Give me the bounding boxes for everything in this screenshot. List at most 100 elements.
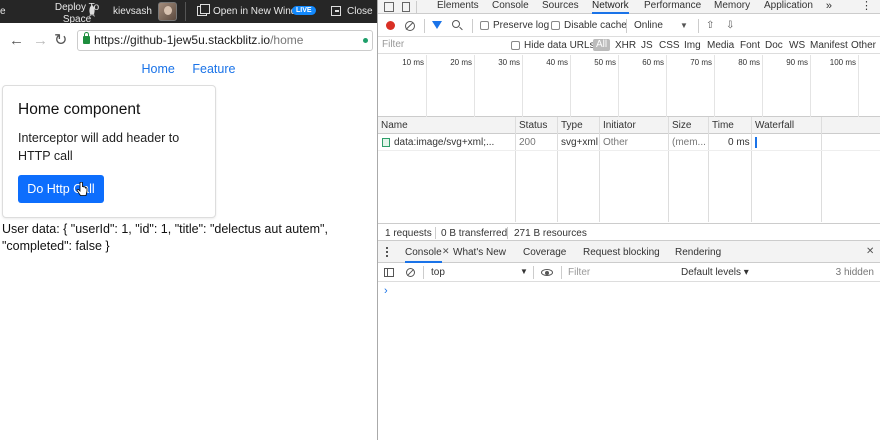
close-button[interactable]: Close: [347, 6, 373, 17]
live-badge: LIVE: [292, 6, 316, 15]
live-expression-eye-icon[interactable]: [541, 269, 553, 276]
filter-type-xhr[interactable]: XHR: [615, 40, 636, 51]
filter-type-all[interactable]: All: [593, 39, 611, 51]
avatar[interactable]: [158, 2, 177, 21]
devtools: Elements Console Sources Network Perform…: [378, 0, 880, 440]
devtools-tabs: Elements Console Sources Network Perform…: [378, 0, 880, 14]
app-nav: Home Feature: [0, 62, 377, 76]
more-options-icon[interactable]: ⋮: [861, 0, 872, 13]
column-header-initiator[interactable]: Initiator: [603, 120, 636, 131]
nav-link-feature[interactable]: Feature: [192, 62, 235, 76]
column-divider: [557, 117, 558, 222]
timeline-gridline: [858, 55, 859, 117]
tab-elements[interactable]: Elements: [437, 0, 479, 14]
timeline-tick: 10 ms: [402, 58, 424, 67]
filter-type-font[interactable]: Font: [740, 40, 760, 51]
drawer-tab-rendering[interactable]: Rendering: [675, 247, 721, 258]
row-type: svg+xml: [561, 137, 598, 148]
column-header-name[interactable]: Name: [381, 120, 408, 131]
summary-resources: 271 B resources: [514, 228, 587, 239]
filter-type-ws[interactable]: WS: [789, 40, 805, 51]
topbar-edge-text: e: [0, 6, 6, 17]
drawer-tab-console[interactable]: Console: [405, 247, 442, 263]
tab-network[interactable]: Network: [592, 0, 629, 14]
table-row[interactable]: data:image/svg+xml;... 200 svg+xml Other…: [378, 134, 880, 151]
console-toolbar: top ▼ Filter Default levels ▾ 3 hidden: [378, 263, 880, 282]
tab-memory[interactable]: Memory: [714, 0, 750, 14]
forward-arrow-icon[interactable]: →: [33, 32, 48, 49]
clear-icon[interactable]: [405, 21, 415, 31]
timeline-gridline: [810, 55, 811, 117]
filter-type-doc[interactable]: Doc: [765, 40, 783, 51]
toolbar-divider: [533, 266, 534, 279]
timeline-gridline: [522, 55, 523, 117]
column-divider: [751, 117, 752, 222]
row-initiator: Other: [603, 137, 629, 148]
chevron-down-icon: ▼: [680, 21, 688, 30]
filter-type-media[interactable]: Media: [707, 40, 734, 51]
url-input[interactable]: https://github-1jew5u.stackblitz.io/home: [77, 30, 373, 51]
reload-icon[interactable]: ↻: [54, 30, 67, 50]
summary-requests: 1 requests: [385, 228, 432, 239]
drawer-menu-icon[interactable]: [386, 247, 388, 257]
tab-sources[interactable]: Sources: [542, 0, 579, 14]
tab-performance[interactable]: Performance: [644, 0, 701, 14]
context-select[interactable]: top: [431, 267, 445, 278]
timeline-tick: 80 ms: [738, 58, 760, 67]
filter-input[interactable]: Filter: [382, 39, 502, 52]
preserve-log-checkbox[interactable]: [480, 21, 489, 30]
column-divider: [599, 117, 600, 222]
filter-type-other[interactable]: Other: [851, 40, 876, 51]
timeline-gridline: [618, 55, 619, 117]
do-http-call-button[interactable]: Do Http Call: [18, 175, 104, 203]
chevron-down-icon: ▼: [520, 267, 528, 276]
topbar-divider: [185, 2, 186, 21]
console-filter-input[interactable]: Filter: [568, 267, 590, 278]
rocket-icon: [89, 5, 95, 17]
filter-type-img[interactable]: Img: [684, 40, 701, 51]
drawer-tab-whats-new[interactable]: What's New: [453, 247, 506, 258]
tab-application[interactable]: Application: [764, 0, 813, 14]
record-icon[interactable]: [386, 21, 395, 30]
column-header-waterfall[interactable]: Waterfall: [755, 120, 794, 131]
drawer-tab-request-blocking[interactable]: Request blocking: [583, 247, 660, 258]
filter-icon[interactable]: [432, 21, 442, 29]
nav-link-home[interactable]: Home: [142, 62, 175, 76]
timeline-gridline: [474, 55, 475, 117]
inspect-element-icon[interactable]: [384, 2, 394, 12]
waterfall-bar: [755, 137, 757, 148]
log-levels-select[interactable]: Default levels ▾: [681, 267, 749, 278]
column-header-size[interactable]: Size: [672, 120, 691, 131]
column-divider: [821, 117, 822, 222]
column-header-status[interactable]: Status: [519, 120, 547, 131]
filter-type-js[interactable]: JS: [641, 40, 653, 51]
column-header-type[interactable]: Type: [561, 120, 583, 131]
summary-transferred: 0 B transferred: [441, 228, 508, 239]
network-overview-timeline[interactable]: 10 ms 20 ms 30 ms 40 ms 50 ms 60 ms 70 m…: [378, 55, 880, 117]
clear-console-icon[interactable]: [406, 268, 415, 277]
toolbar-divider: [698, 19, 699, 33]
device-toolbar-icon[interactable]: [402, 2, 410, 12]
filter-type-manifest[interactable]: Manifest: [810, 40, 848, 51]
tab-console[interactable]: Console: [492, 0, 529, 14]
hide-data-urls-checkbox[interactable]: [511, 41, 520, 50]
column-divider: [708, 117, 709, 222]
more-tabs-button[interactable]: »: [826, 0, 832, 13]
user-data-output: User data: { "userId": 1, "id": 1, "titl…: [2, 222, 328, 253]
column-header-time[interactable]: Time: [712, 120, 734, 131]
drawer-tab-coverage[interactable]: Coverage: [523, 247, 566, 258]
network-toolbar: Preserve log Disable cache Online ▼ ⇧ ⇩: [378, 15, 880, 37]
close-tab-icon[interactable]: ✕: [442, 246, 450, 257]
console-sidebar-icon[interactable]: [384, 268, 394, 277]
close-drawer-icon[interactable]: ✕: [866, 246, 874, 257]
disable-cache-checkbox[interactable]: [551, 21, 560, 30]
console-prompt[interactable]: ›: [384, 285, 388, 297]
throttling-select[interactable]: Online: [634, 20, 663, 31]
back-arrow-icon[interactable]: ←: [9, 32, 24, 49]
timeline-tick: 70 ms: [690, 58, 712, 67]
search-icon[interactable]: [452, 20, 460, 28]
column-divider: [515, 117, 516, 222]
export-har-icon[interactable]: ⇩: [726, 20, 734, 31]
filter-type-css[interactable]: CSS: [659, 40, 680, 51]
import-har-icon[interactable]: ⇧: [706, 20, 714, 31]
